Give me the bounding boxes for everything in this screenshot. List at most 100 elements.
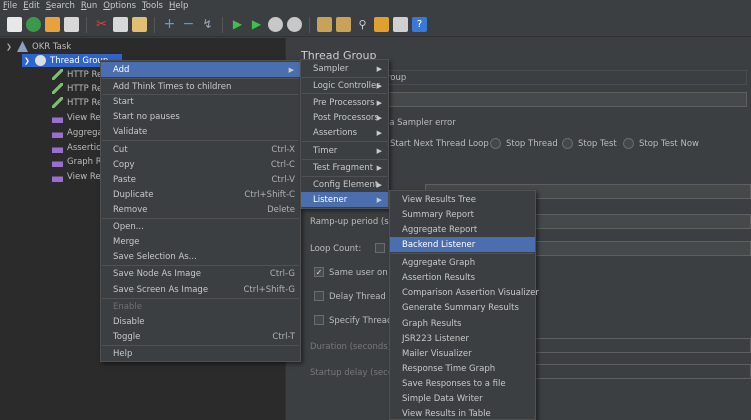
templates-icon[interactable] xyxy=(26,17,41,32)
listener-item[interactable]: Graph Results xyxy=(390,316,535,331)
specify-thread-checkbox[interactable] xyxy=(314,315,324,325)
submenu-item-listener[interactable]: Listener ▶ xyxy=(301,192,388,207)
same-user-checkbox[interactable]: ✓ xyxy=(314,267,324,277)
menu-item-duplicate[interactable]: Duplicate Ctrl+Shift-C xyxy=(101,187,300,202)
listener-item[interactable]: Aggregate Graph xyxy=(390,255,535,270)
menu-item-save-screen-image[interactable]: Save Screen As Image Ctrl+Shift-G xyxy=(101,282,300,297)
submenu-item-timer[interactable]: Timer ▶ xyxy=(301,143,388,158)
infinite-checkbox[interactable] xyxy=(375,243,385,253)
menu-help[interactable]: Help xyxy=(169,1,188,11)
listener-item[interactable]: Assertion Results xyxy=(390,270,535,285)
menu-item-toggle[interactable]: Toggle Ctrl-T xyxy=(101,329,300,344)
pipette-icon xyxy=(52,69,63,80)
start-icon[interactable]: ▶ xyxy=(230,17,245,32)
listener-item[interactable]: View Results in Table xyxy=(390,406,535,420)
radio-stop-thread[interactable] xyxy=(490,138,501,149)
menu-item-add-think-times[interactable]: Add Think Times to children xyxy=(101,79,300,94)
menu-item-save-selection[interactable]: Save Selection As... xyxy=(101,249,300,264)
loop-count-label: Loop Count: xyxy=(310,244,362,254)
menu-item-label: Save Screen As Image xyxy=(113,284,209,295)
toggle-icon[interactable]: ↯ xyxy=(200,17,215,32)
clear-all-icon[interactable] xyxy=(336,17,351,32)
menu-item-disable[interactable]: Disable xyxy=(101,314,300,329)
paste-icon[interactable] xyxy=(132,17,147,32)
menu-item-help[interactable]: Help xyxy=(101,346,300,361)
tree-node-child[interactable]: Aggrega xyxy=(52,126,103,139)
help-icon[interactable]: ? xyxy=(412,17,427,32)
chevron-down-icon[interactable]: ❯ xyxy=(6,43,14,51)
tree-node-child[interactable]: HTTP Re xyxy=(52,96,102,109)
menu-file[interactable]: File xyxy=(3,1,17,11)
menu-item-cut[interactable]: Cut Ctrl-X xyxy=(101,142,300,157)
tree-node-root[interactable]: ❯ OKR Task xyxy=(6,40,71,53)
listener-item[interactable]: View Results Tree xyxy=(390,192,535,207)
listener-item[interactable]: JSR223 Listener xyxy=(390,331,535,346)
tree-node-child[interactable]: View Res xyxy=(52,111,105,124)
menu-tools[interactable]: Tools xyxy=(142,1,163,11)
listener-item[interactable]: Response Time Graph xyxy=(390,361,535,376)
submenu-item-assertions[interactable]: Assertions ▶ xyxy=(301,125,388,140)
tree-node-child[interactable]: View Res xyxy=(52,170,105,183)
submenu-item-sampler[interactable]: Sampler ▶ xyxy=(301,61,388,76)
menu-item-save-node-image[interactable]: Save Node As Image Ctrl-G xyxy=(101,266,300,281)
start-no-pauses-icon[interactable]: ▶ xyxy=(249,17,264,32)
copy-icon[interactable] xyxy=(113,17,128,32)
listener-item[interactable]: Summary Report xyxy=(390,207,535,222)
menu-item-copy[interactable]: Copy Ctrl-C xyxy=(101,157,300,172)
clear-icon[interactable] xyxy=(317,17,332,32)
tree-node-child[interactable]: HTTP Re xyxy=(52,82,102,95)
listener-submenu: View Results Tree Summary Report Aggrega… xyxy=(389,190,539,420)
tree-node-child[interactable]: Graph R xyxy=(52,155,102,168)
listener-item[interactable]: Aggregate Report xyxy=(390,222,535,237)
comments-field[interactable] xyxy=(383,92,747,107)
name-field[interactable] xyxy=(383,70,747,85)
listener-item[interactable]: Comparison Assertion Visualizer xyxy=(390,285,539,300)
listener-item[interactable]: Simple Data Writer xyxy=(390,391,535,406)
submenu-item-logic-controller[interactable]: Logic Controller ▶ xyxy=(301,78,388,93)
shutdown-icon[interactable] xyxy=(287,17,302,32)
radio-stop-test[interactable] xyxy=(562,138,573,149)
listener-item[interactable]: Generate Summary Results xyxy=(390,300,535,315)
new-icon[interactable] xyxy=(7,17,22,32)
submenu-item-post-processors[interactable]: Post Processors ▶ xyxy=(301,110,388,125)
open-icon[interactable] xyxy=(45,17,60,32)
menu-item-merge[interactable]: Merge xyxy=(101,234,300,249)
menu-item-paste[interactable]: Paste Ctrl-V xyxy=(101,172,300,187)
menu-item-start-no-pauses[interactable]: Start no pauses xyxy=(101,109,300,124)
tree-node-child[interactable]: Assertio xyxy=(52,141,101,154)
cut-icon[interactable]: ✂ xyxy=(94,17,109,32)
menu-item-validate[interactable]: Validate xyxy=(101,124,300,139)
listener-item[interactable]: Save Responses to a file xyxy=(390,376,535,391)
tree-node-child[interactable]: HTTP Re xyxy=(52,68,102,81)
search-icon[interactable]: ⚲ xyxy=(355,17,370,32)
submenu-item-pre-processors[interactable]: Pre Processors ▶ xyxy=(301,95,388,110)
toolbar-separator xyxy=(309,16,310,33)
menu-item-start[interactable]: Start xyxy=(101,94,300,109)
function-helper-icon[interactable] xyxy=(393,17,408,32)
menu-search[interactable]: Search xyxy=(46,1,75,11)
stop-icon[interactable] xyxy=(268,17,283,32)
delay-thread-checkbox[interactable] xyxy=(314,291,324,301)
menu-item-remove[interactable]: Remove Delete xyxy=(101,202,300,217)
listener-item-backend[interactable]: Backend Listener xyxy=(390,237,535,252)
menu-run[interactable]: Run xyxy=(81,1,97,11)
menu-edit[interactable]: Edit xyxy=(23,1,39,11)
chevron-down-icon[interactable]: ❯ xyxy=(24,57,32,65)
tree-node-label: Assertio xyxy=(67,142,102,153)
collapse-icon[interactable]: − xyxy=(181,17,196,32)
reset-search-icon[interactable] xyxy=(374,17,389,32)
expand-icon[interactable]: + xyxy=(162,17,177,32)
menu-item-open[interactable]: Open... xyxy=(101,219,300,234)
menu-item-add[interactable]: Add ▶ xyxy=(101,62,300,77)
chevron-right-icon: ▶ xyxy=(376,195,382,204)
submenu-item-config-element[interactable]: Config Element ▶ xyxy=(301,177,388,192)
shortcut-label: Ctrl-V xyxy=(271,174,295,185)
submenu-item-test-fragment[interactable]: Test Fragment ▶ xyxy=(301,160,388,175)
menu-options[interactable]: Options xyxy=(103,1,136,11)
menu-item-label: Pre Processors xyxy=(313,97,375,108)
save-icon[interactable] xyxy=(64,17,79,32)
radio-stop-test-now[interactable] xyxy=(623,138,634,149)
duration-label: Duration (seconds): xyxy=(310,342,394,352)
listener-item[interactable]: Mailer Visualizer xyxy=(390,346,535,361)
toolbar: ✂ + − ↯ ▶ ▶ ⚲ ? xyxy=(0,13,751,37)
